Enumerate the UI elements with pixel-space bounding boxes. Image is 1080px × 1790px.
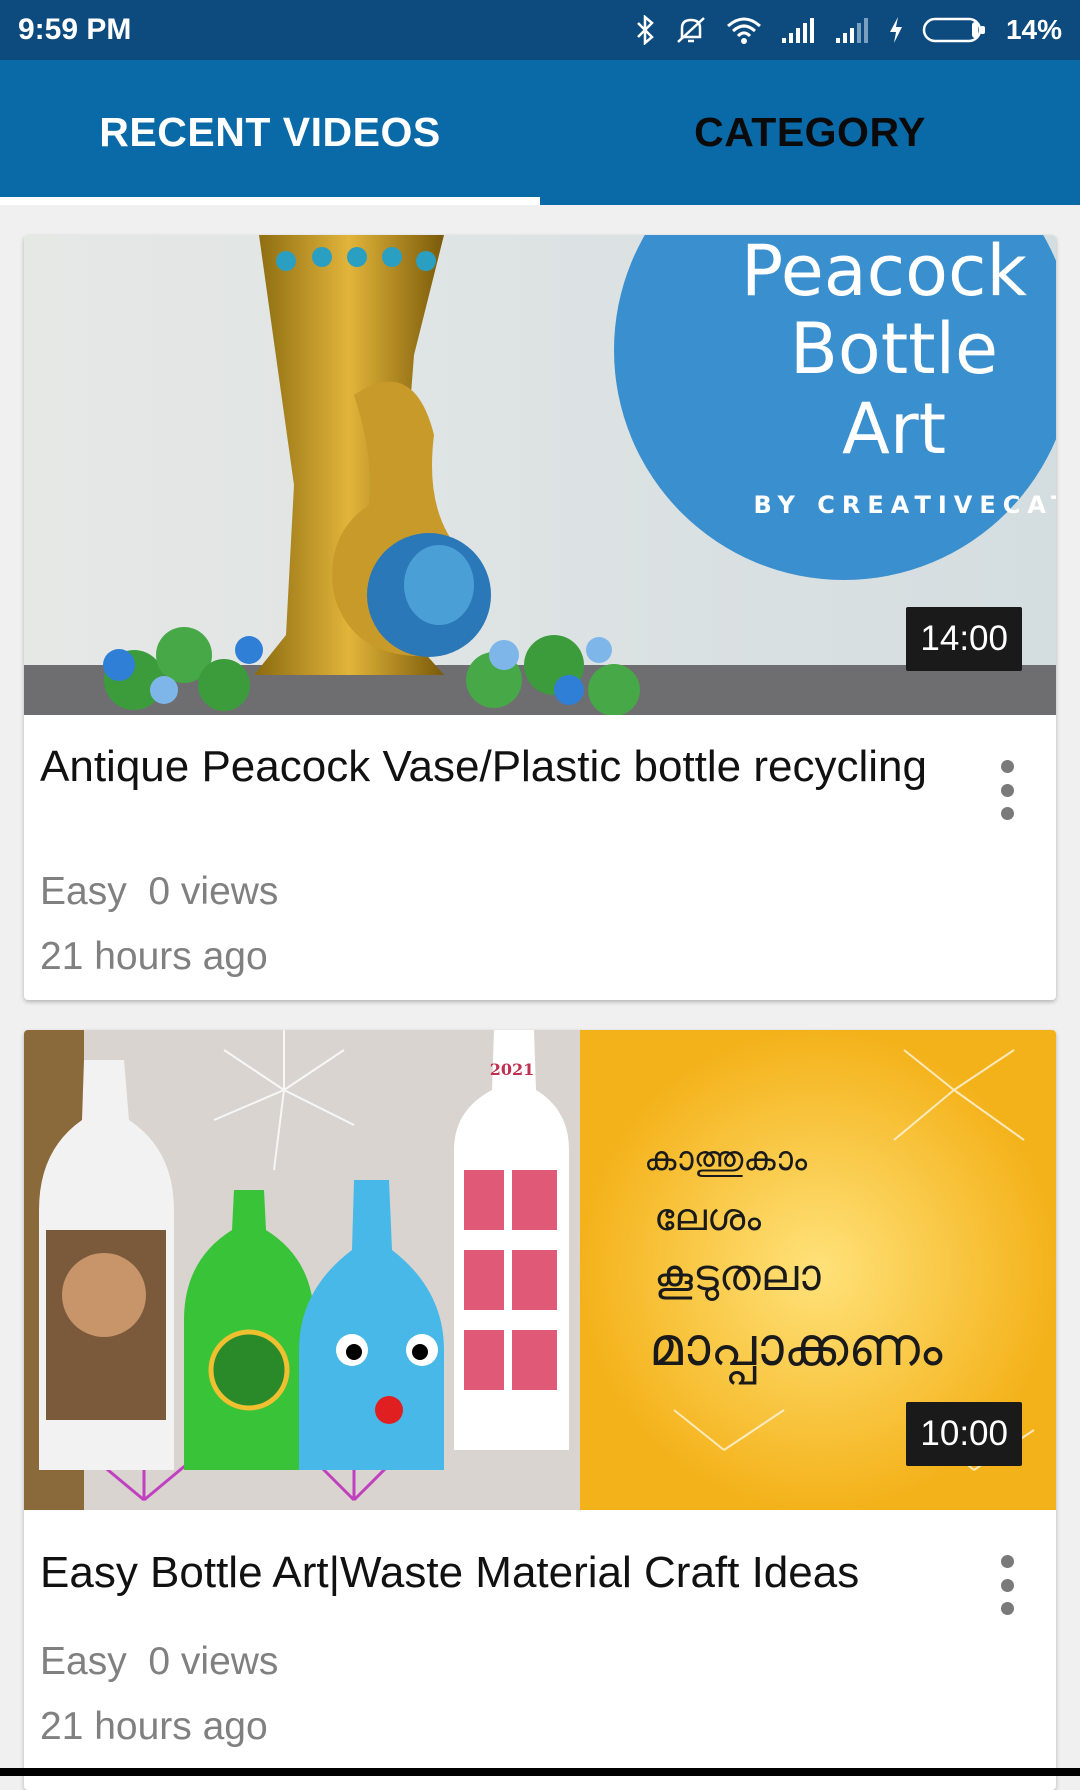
wifi-icon xyxy=(726,17,761,44)
more-options-icon[interactable] xyxy=(992,760,1022,820)
video-card[interactable]: 2021 കാത്തുകാം ലേശം കൂടുതലാ മാപ്പാക്കണം … xyxy=(24,1030,1056,1790)
status-icons: 14% xyxy=(634,14,1062,46)
video-difficulty: Easy xyxy=(40,870,127,913)
navigation-bar-edge xyxy=(0,1768,1080,1776)
thumb-text-line1: Peacock xyxy=(741,235,1027,312)
battery-icon xyxy=(922,17,985,43)
video-difficulty: Easy xyxy=(40,1640,127,1683)
status-time: 9:59 PM xyxy=(18,13,132,46)
thumb-text-line3: Art xyxy=(842,388,946,470)
video-time-ago: 21 hours ago xyxy=(40,1705,268,1748)
video-views: 0 views xyxy=(148,870,279,913)
thumb-text-line1: കാത്തുകാം xyxy=(644,1139,808,1179)
status-bar: 9:59 PM 14% xyxy=(0,0,1080,60)
thumb-year-label: 2021 xyxy=(490,1060,535,1079)
video-duration: 10:00 xyxy=(906,1402,1022,1466)
tab-category[interactable]: CATEGORY xyxy=(540,60,1080,205)
tab-recent-videos[interactable]: RECENT VIDEOS xyxy=(0,60,540,205)
bluetooth-icon xyxy=(637,15,654,45)
video-duration: 14:00 xyxy=(906,607,1022,671)
thumb-byline: BY CREATIVECAT xyxy=(754,491,1056,519)
more-options-icon[interactable] xyxy=(992,1555,1022,1615)
battery-percent: 14% xyxy=(1005,14,1062,45)
charging-icon xyxy=(889,17,902,43)
video-card[interactable]: Peacock Bottle Art BY CREATIVECAT 14:00 … xyxy=(24,235,1056,1000)
thumb-text-line2: Bottle xyxy=(790,308,998,390)
video-title[interactable]: Antique Peacock Vase/Plastic bottle recy… xyxy=(40,738,940,795)
video-meta: Easy 0 views xyxy=(40,870,278,914)
tab-bar: RECENT VIDEOS CATEGORY xyxy=(0,60,1080,205)
thumb-text-line3: കൂടുതലാ xyxy=(654,1250,821,1301)
video-thumbnail[interactable]: Peacock Bottle Art BY CREATIVECAT xyxy=(24,235,1056,715)
video-views: 0 views xyxy=(148,1640,279,1683)
video-thumbnail[interactable]: 2021 കാത്തുകാം ലേശം കൂടുതലാ മാപ്പാക്കണം xyxy=(24,1030,1056,1510)
video-meta: Easy 0 views xyxy=(40,1640,278,1684)
signal-icon xyxy=(835,18,868,43)
thumb-text-line2: ലേശം xyxy=(654,1195,761,1239)
signal-icon xyxy=(781,18,814,43)
thumb-text-line4: മാപ്പാക്കണം xyxy=(649,1315,943,1386)
mute-icon xyxy=(677,17,705,43)
active-tab-indicator xyxy=(0,197,540,205)
video-time-ago: 21 hours ago xyxy=(40,935,268,978)
video-title[interactable]: Easy Bottle Art|Waste Material Craft Ide… xyxy=(40,1544,940,1601)
